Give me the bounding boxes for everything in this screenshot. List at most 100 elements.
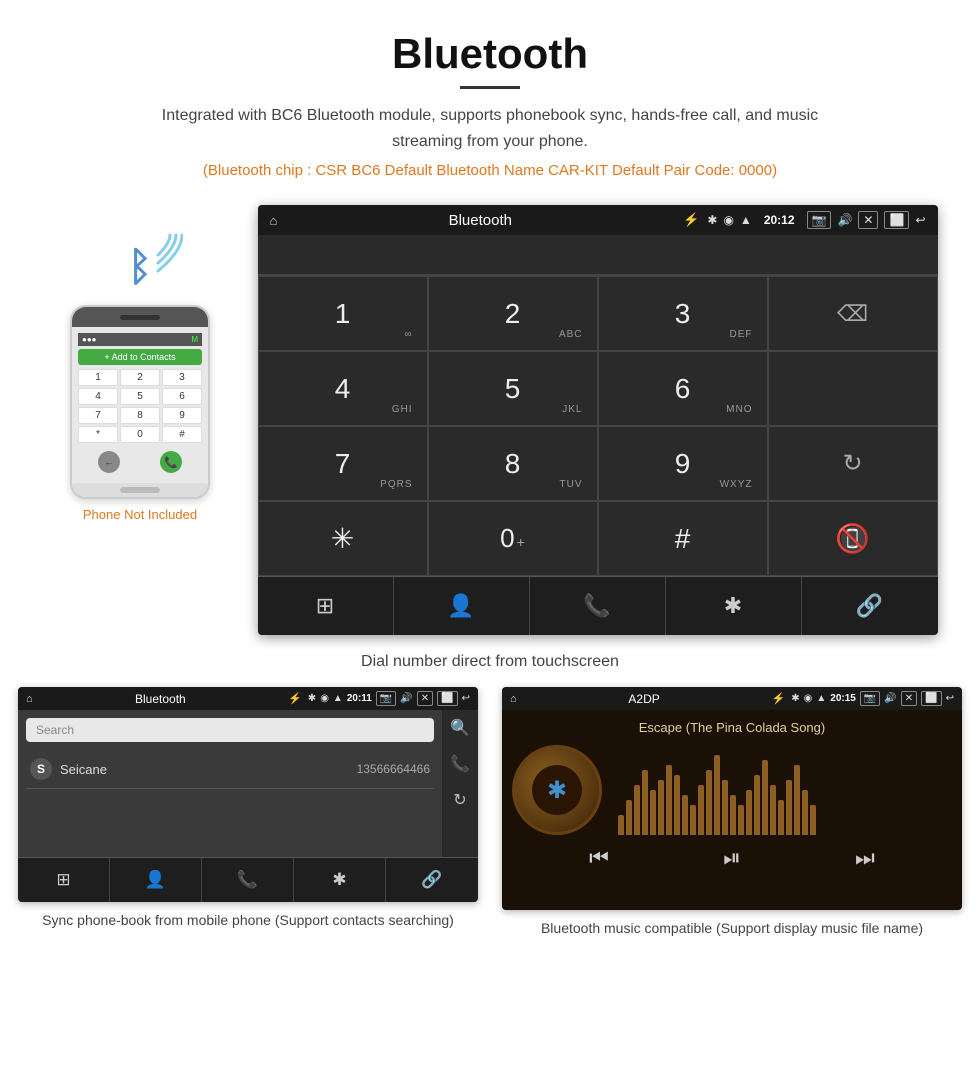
dial-key-0[interactable]: 0+ [428,501,598,576]
pb-close-icon[interactable]: ✕ [417,691,433,706]
nav-phone-btn[interactable]: 📞 [530,577,666,635]
mu-back-icon[interactable]: ↩ [946,693,954,704]
mu-vol-icon[interactable]: 🔊 [884,693,896,704]
close-icon[interactable]: ✕ [858,211,878,229]
dial-key-star[interactable]: ✳ [258,501,428,576]
pb-vol-icon[interactable]: 🔊 [400,693,412,704]
bluetooth-signal-icon: ᛒ [98,225,183,305]
dial-reload-btn[interactable]: ↻ [768,426,938,501]
pb-back-icon[interactable]: ↩ [462,693,470,704]
viz-bar [754,775,760,835]
mu-bt-icon: ✱ [791,693,799,704]
viz-bar [642,770,648,835]
viz-bar [810,805,816,835]
contact-letter: S [30,758,52,780]
dial-key-4[interactable]: 4 GHI [258,351,428,426]
mu-status-icons: ✱ ◉ ▲ 20:15 📷 🔊 ✕ ⬜ ↩ [791,691,954,706]
phonebook-search-bar[interactable]: Search [26,718,434,742]
music-visualizer [618,745,952,835]
phone-bottom-buttons: ← 📞 [78,447,202,477]
dial-key-9[interactable]: 9 WXYZ [598,426,768,501]
mu-cam-icon[interactable]: 📷 [860,691,880,706]
phone-key-5: 5 [120,388,160,405]
music-screenshot-item: ⌂ A2DP ⚡ ✱ ◉ ▲ 20:15 📷 🔊 ✕ ⬜ ↩ Escape (T… [502,687,962,939]
window-icon[interactable]: ⬜ [884,211,909,229]
dial-cell-backspace[interactable]: ⌫ [768,276,938,351]
viz-bar [650,790,656,835]
music-controls: ⏮ ⏯ ⏭ [512,835,952,875]
mu-close-icon[interactable]: ✕ [901,691,917,706]
mu-win-icon[interactable]: ⬜ [921,691,941,706]
dialpad-grid: 1 ∞ 2 ABC 3 DEF ⌫ 4 GHI 5 JKL [258,275,938,576]
nav-bluetooth-btn[interactable]: ✱ [666,577,802,635]
side-search-icon[interactable]: 🔍 [450,718,470,738]
viz-bar [682,795,688,835]
dial-key-1[interactable]: 1 ∞ [258,276,428,351]
add-contacts-button[interactable]: + Add to Contacts [78,349,202,365]
pb-win-icon[interactable]: ⬜ [437,691,457,706]
main-section: ᛒ ●●●M + Add to Contacts 1 2 3 4 5 6 7 [0,205,980,635]
phone-key-3: 3 [162,369,202,386]
phone-home-button [120,487,160,493]
prev-track-btn[interactable]: ⏮ [589,845,609,871]
nav-person-btn[interactable]: 👤 [394,577,530,635]
pb-time: 20:11 [347,693,372,704]
phonebook-caption: Sync phone-book from mobile phone (Suppo… [42,910,454,931]
phone-speaker [120,315,160,320]
mu-screen-title: A2DP [523,692,766,706]
phone-key-0: 0 [120,426,160,443]
phone-screen: ●●●M + Add to Contacts 1 2 3 4 5 6 7 8 9… [72,327,208,483]
pb-nav-grid[interactable]: ⊞ [18,858,110,902]
play-pause-btn[interactable]: ⏯ [723,845,741,871]
phone-key-1: 1 [78,369,118,386]
viz-bar [690,805,696,835]
dial-key-hash[interactable]: # [598,501,768,576]
viz-bar [714,755,720,835]
pb-home-icon[interactable]: ⌂ [26,693,33,705]
viz-bar [634,785,640,835]
phonebook-spacer [18,797,442,857]
dial-key-2[interactable]: 2 ABC [428,276,598,351]
phone-back-btn: ← [98,451,120,473]
side-reload-icon[interactable]: ↻ [453,790,466,810]
camera-icon[interactable]: 📷 [807,211,832,229]
home-icon[interactable]: ⌂ [270,213,278,228]
pb-status-icons: ✱ ◉ ▲ 20:11 📷 🔊 ✕ ⬜ ↩ [308,691,470,706]
pb-nav-link[interactable]: 🔗 [386,858,478,902]
dial-key-3[interactable]: 3 DEF [598,276,768,351]
volume-icon[interactable]: 🔊 [837,213,852,227]
next-track-btn[interactable]: ⏭ [855,845,875,871]
nav-grid-btn[interactable]: ⊞ [258,577,394,635]
page-title: Bluetooth [20,30,960,78]
contact-row[interactable]: S Seicane 13566664466 [26,750,434,789]
phone-top-bar [72,307,208,327]
viz-bar [770,785,776,835]
dial-key-8[interactable]: 8 TUV [428,426,598,501]
pb-nav-phone[interactable]: 📞 [202,858,294,902]
phone-key-6: 6 [162,388,202,405]
dial-key-7[interactable]: 7 PQRS [258,426,428,501]
pb-nav-bluetooth[interactable]: ✱ [294,858,386,902]
phonebook-content: Search S Seicane 13566664466 [18,710,442,797]
viz-bar [722,780,728,835]
viz-bar [626,800,632,835]
pb-nav-person[interactable]: 👤 [110,858,202,902]
music-caption: Bluetooth music compatible (Support disp… [541,918,923,939]
search-placeholder: Search [36,723,74,737]
phone-call-btn: 📞 [160,451,182,473]
mu-home-icon[interactable]: ⌂ [510,693,517,705]
phone-key-2: 2 [120,369,160,386]
side-phone-icon[interactable]: 📞 [450,754,470,774]
dial-key-5[interactable]: 5 JKL [428,351,598,426]
mu-usb-icon: ⚡ [772,692,786,705]
back-icon[interactable]: ↩ [915,213,925,227]
dial-display [258,235,938,275]
dial-key-6[interactable]: 6 MNO [598,351,768,426]
nav-link-btn[interactable]: 🔗 [802,577,938,635]
phonebook-side-icons: 🔍 📞 ↻ [442,710,478,857]
dial-call-end-btn[interactable]: 📵 [768,501,938,576]
music-song-title: Escape (The Pina Colada Song) [639,720,825,735]
pb-cam-icon[interactable]: 📷 [376,691,396,706]
music-main-row: ✱ [512,745,952,835]
car-status-bar: ⌂ Bluetooth ⚡ ✱ ◉ ▲ 20:12 📷 🔊 ✕ ⬜ ↩ [258,205,938,235]
